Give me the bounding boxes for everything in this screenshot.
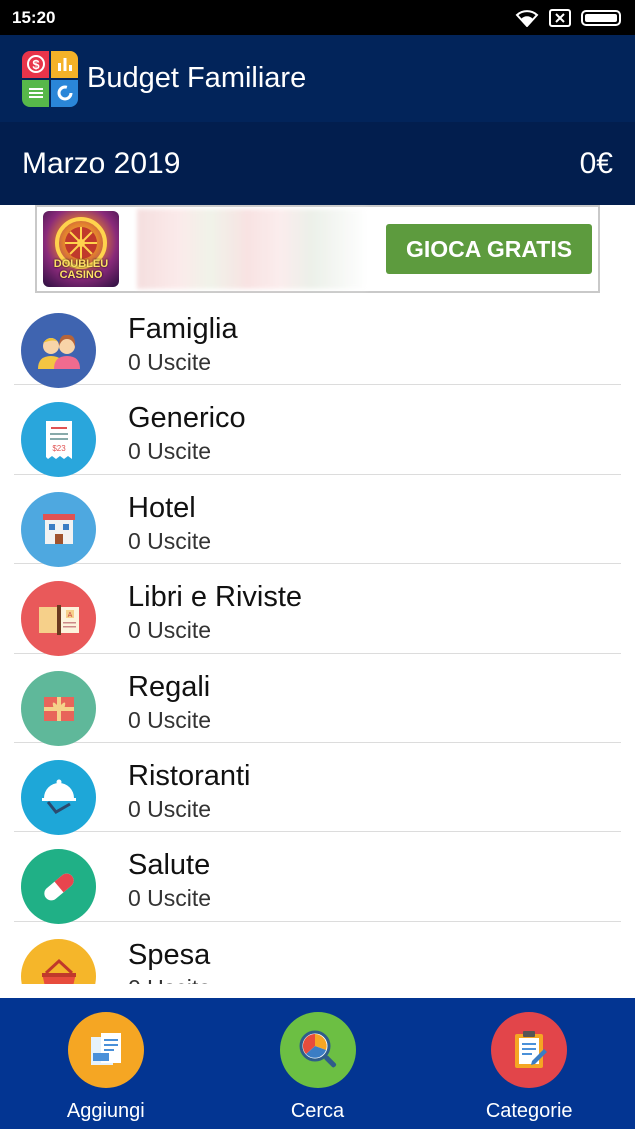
nav-label: Cerca <box>290 1100 345 1122</box>
category-count: 0 Uscite <box>128 706 212 733</box>
ad-casino-image[interactable]: DOUBLEU CASINO <box>43 211 119 287</box>
status-time: 15:20 <box>12 7 56 27</box>
status-icons <box>515 8 621 27</box>
bar-chart-icon <box>51 50 78 78</box>
sim-off-icon <box>549 8 571 27</box>
category-count: 0 Uscite <box>128 617 212 644</box>
category-name: Famiglia <box>128 313 238 345</box>
month-total: 0€ <box>579 146 613 180</box>
category-count: 0 Uscite <box>128 885 212 912</box>
svg-text:A: A <box>67 612 72 619</box>
receipt-icon: $23 <box>21 402 96 478</box>
category-name: Ristoranti <box>128 759 251 792</box>
month-label[interactable]: Marzo 2019 <box>22 147 180 181</box>
category-count: 0 Uscite <box>128 973 211 984</box>
category-row-hotel[interactable]: Hotel 0 Uscite <box>14 475 621 567</box>
add-receipt-icon[interactable] <box>67 1012 144 1088</box>
category-row-libri-e-riviste[interactable]: A Libri e Riviste 0 Uscite <box>14 564 621 657</box>
nav-categorie-button[interactable]: Categorie <box>423 998 635 1129</box>
category-name: Generico <box>128 402 246 435</box>
category-count: 0 Uscite <box>128 438 212 465</box>
category-row-spesa[interactable]: Spesa 0 Uscite <box>14 922 621 984</box>
category-name: Libri e Riviste <box>128 581 303 614</box>
refresh-icon <box>51 79 78 107</box>
basket-icon <box>21 938 96 984</box>
category-count: 0 Uscite <box>128 349 212 375</box>
category-row-famiglia[interactable]: Famiglia 0 Uscite <box>14 296 621 388</box>
family-icon <box>21 313 96 388</box>
book-icon: A <box>21 581 96 657</box>
wifi-icon <box>515 9 539 27</box>
category-count: 0 Uscite <box>128 527 212 554</box>
list-icon <box>22 79 49 107</box>
category-name: Spesa <box>128 938 211 971</box>
app-bar: $ Budget Familiare <box>0 35 635 122</box>
category-name: Hotel <box>128 491 196 524</box>
category-count: 0 Uscite <box>128 795 212 822</box>
screen: 15:20 $ Budget Familiare Marzo 2019 0€ D… <box>0 0 635 1129</box>
category-row-generico[interactable]: $23 Generico 0 Uscite <box>14 385 621 478</box>
battery-icon <box>581 9 621 26</box>
nav-label: Categorie <box>485 1100 573 1122</box>
app-title: Budget Familiare <box>87 62 307 94</box>
svg-text:$: $ <box>32 57 40 72</box>
category-row-ristoranti[interactable]: Ristoranti 0 Uscite <box>14 743 621 835</box>
category-name: Regali <box>128 670 211 703</box>
search-chart-icon[interactable] <box>279 1012 356 1088</box>
ad-banner[interactable]: DOUBLEU CASINO GIOCA GRATIS <box>35 205 600 293</box>
status-bar: 15:20 <box>0 0 635 35</box>
category-list[interactable]: Famiglia 0 Uscite $23 Generico 0 Uscite <box>0 296 635 984</box>
category-row-regali[interactable]: Regali 0 Uscite <box>14 654 621 746</box>
app-logo: $ <box>22 50 78 107</box>
dollar-icon: $ <box>22 50 49 78</box>
nav-label: Aggiungi <box>66 1100 145 1122</box>
clipboard-icon[interactable] <box>491 1012 568 1088</box>
category-name: Salute <box>128 849 211 882</box>
gift-icon <box>21 670 96 746</box>
svg-text:$23: $23 <box>52 444 66 453</box>
ad-blurred-graphic <box>137 209 367 289</box>
nav-cerca-button[interactable]: Cerca <box>212 998 424 1129</box>
ad-brand-logo-text: DOUBLEU CASINO <box>53 258 109 281</box>
hotel-icon <box>21 491 96 567</box>
ad-cta-button[interactable]: GIOCA GRATIS <box>386 224 592 274</box>
nav-aggiungi-button[interactable]: Aggiungi <box>0 998 212 1129</box>
month-header[interactable]: Marzo 2019 0€ <box>0 122 635 205</box>
category-row-salute[interactable]: Salute 0 Uscite <box>14 832 621 925</box>
pill-icon <box>21 849 96 925</box>
restaurant-icon <box>21 759 96 835</box>
bottom-nav: Aggiungi Cerca Categorie <box>0 998 635 1129</box>
